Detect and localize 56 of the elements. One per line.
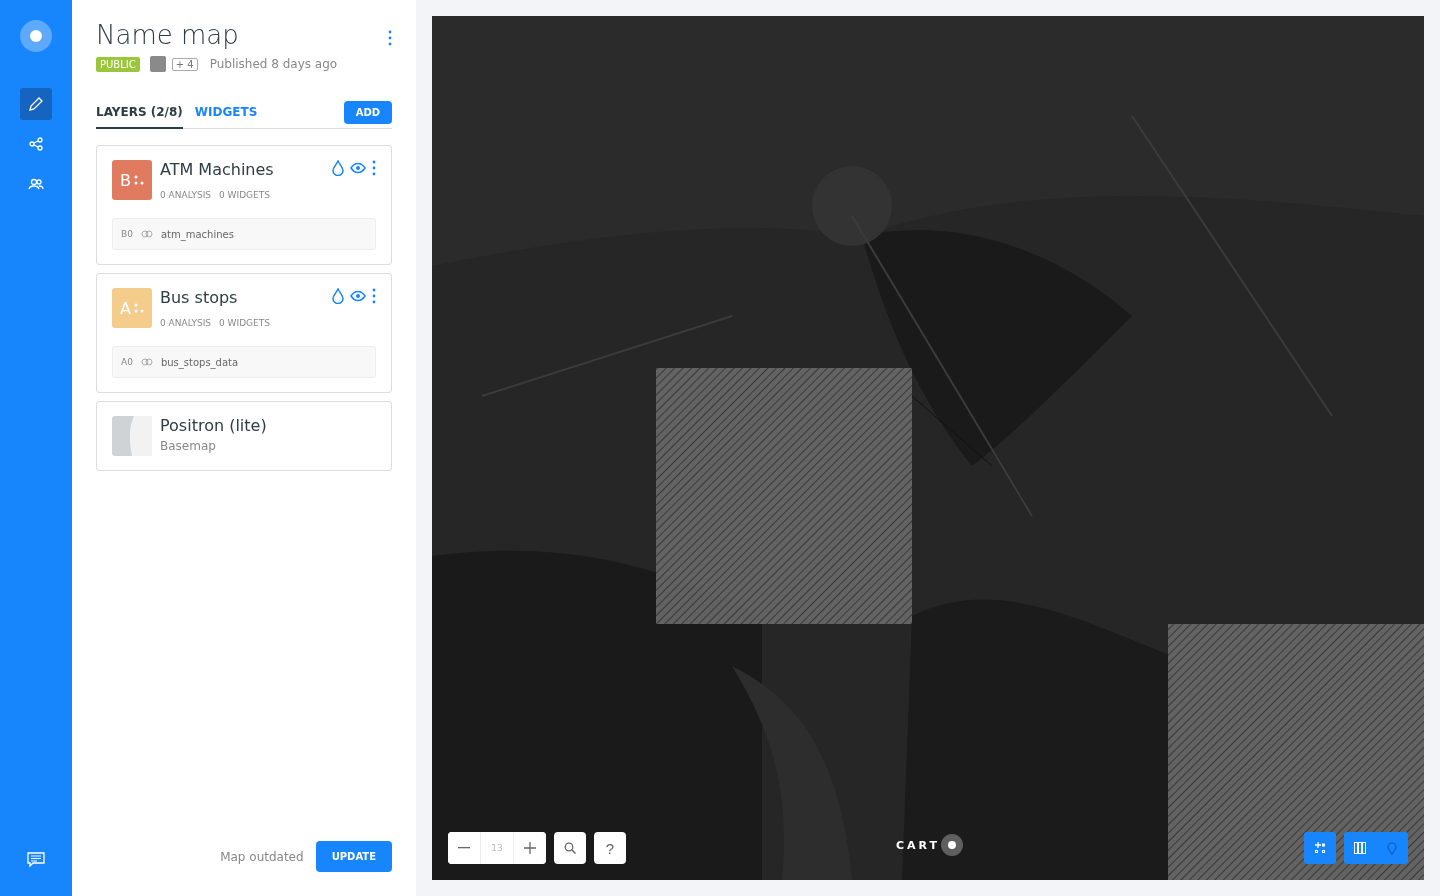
tab[interactable]: LAYERS (2/8) xyxy=(96,96,183,129)
basemap-subtitle: Basemap xyxy=(160,439,217,453)
eye-icon[interactable] xyxy=(350,288,366,304)
source-name: bus_stops_data xyxy=(160,356,239,368)
help-button[interactable]: ? xyxy=(594,832,626,864)
update-button[interactable]: UPDATE xyxy=(315,841,392,872)
layer-swatch: A xyxy=(112,288,152,328)
widgets-count: 0 WIDGETS xyxy=(219,190,270,200)
share-icon xyxy=(28,136,44,152)
source-id: B0 xyxy=(121,229,133,239)
layer-swatch: B xyxy=(112,160,152,200)
more-options-icon[interactable] xyxy=(388,30,392,46)
legend-button[interactable] xyxy=(1304,832,1336,864)
source-name: atm_machines xyxy=(160,228,234,240)
layer-card[interactable]: A Bus stops 0 ANALYSIS 0 WIDGETS A0 bus_stops_data xyxy=(96,273,392,393)
drop-icon[interactable] xyxy=(332,160,344,176)
comment-icon[interactable] xyxy=(27,852,45,868)
widgets-count: 0 WIDGETS xyxy=(219,318,270,328)
link-icon xyxy=(140,358,153,366)
published-text: Published 8 days ago xyxy=(209,57,338,71)
legend-icon xyxy=(1314,842,1326,854)
logo-dot-icon xyxy=(941,834,964,856)
minus-icon xyxy=(458,847,470,849)
drop-icon[interactable] xyxy=(332,288,344,304)
avatar xyxy=(149,56,166,72)
basemap-name: Positron (lite) xyxy=(160,416,267,435)
source-row[interactable]: B0 atm_machines xyxy=(112,218,376,250)
plus-icon xyxy=(524,842,536,854)
source-id: A0 xyxy=(121,357,133,367)
source-row[interactable]: A0 bus_stops_data xyxy=(112,346,376,378)
basemap-card[interactable]: Positron (lite) Basemap xyxy=(96,401,392,471)
collaborators-count: + 4 xyxy=(171,57,198,71)
tab[interactable]: WIDGETS xyxy=(194,96,258,129)
analysis-count: 0 ANALYSIS xyxy=(160,190,212,200)
layer-card[interactable]: B ATM Machines 0 ANALYSIS 0 WIDGETS B0 atm_machines xyxy=(96,145,392,265)
more-options-icon[interactable] xyxy=(372,160,376,176)
columns-icon xyxy=(1354,842,1366,854)
basemap-thumbnail xyxy=(112,416,152,456)
search-icon xyxy=(564,842,576,854)
status-text: Map outdated xyxy=(220,849,304,864)
eye-icon[interactable] xyxy=(350,160,366,176)
layer-name: ATM Machines xyxy=(160,160,275,179)
analysis-count: 0 ANALYSIS xyxy=(160,318,212,328)
logo-text: CART xyxy=(896,838,941,852)
pin-icon xyxy=(1387,841,1397,855)
layer-name: Bus stops xyxy=(160,288,239,307)
nav-button[interactable] xyxy=(20,88,52,120)
people-icon xyxy=(28,176,44,192)
pencil-icon xyxy=(28,96,44,112)
privacy-badge: PUBLIC xyxy=(96,56,140,72)
map-title: Name map xyxy=(96,20,239,50)
app-logo[interactable] xyxy=(20,20,52,52)
search-button[interactable] xyxy=(554,832,586,864)
more-options-icon[interactable] xyxy=(372,288,376,304)
add-button[interactable]: ADD xyxy=(343,100,392,124)
link-icon xyxy=(140,230,153,238)
